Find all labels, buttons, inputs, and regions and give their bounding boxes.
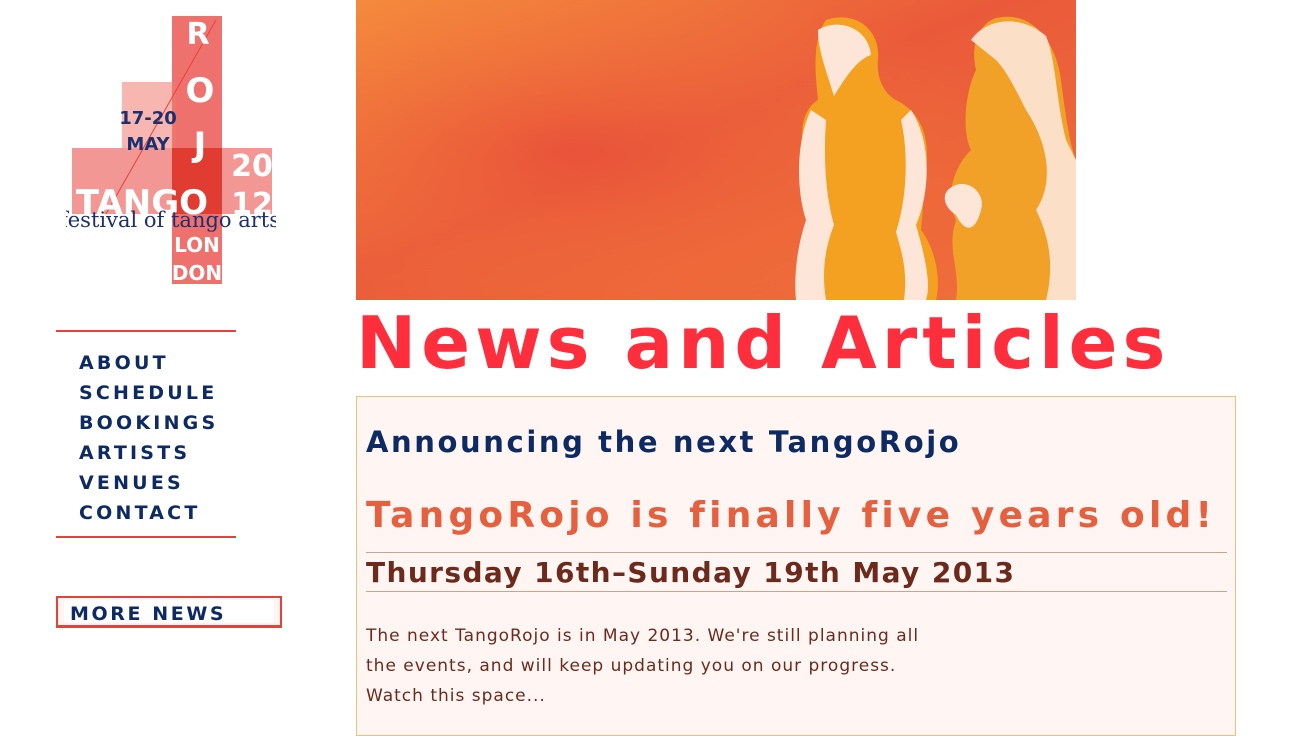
logo-dates: 17-20 xyxy=(119,108,177,129)
logo-tagline: festival of tango arts xyxy=(66,208,276,232)
logo-month: MAY xyxy=(126,134,170,155)
logo-letter-o: O xyxy=(186,71,215,111)
main-nav: ABOUT SCHEDULE BOOKINGS ARTISTS VENUES C… xyxy=(56,330,236,538)
logo-year-top: 20 xyxy=(231,149,273,184)
article-date-line: Thursday 16th–Sunday 19th May 2013 xyxy=(366,552,1227,592)
article-body: The next TangoRojo is in May 2013. We're… xyxy=(366,626,920,706)
news-article: Announcing the next TangoRojo TangoRojo … xyxy=(356,396,1236,736)
nav-artists[interactable]: ARTISTS xyxy=(79,438,236,468)
nav-bookings[interactable]: BOOKINGS xyxy=(79,408,236,438)
logo-city-bottom: DON xyxy=(172,261,222,285)
article-heading[interactable]: Announcing the next TangoRojo xyxy=(366,425,961,459)
banner-image xyxy=(356,0,1076,300)
page-title: News and Articles xyxy=(356,301,1171,385)
more-news-button[interactable]: MORE NEWS xyxy=(56,596,282,628)
more-news-label: MORE NEWS xyxy=(70,603,227,625)
logo-letter-j: J xyxy=(192,125,207,165)
logo-letter-r: R xyxy=(186,17,209,52)
nav-about[interactable]: ABOUT xyxy=(79,348,236,378)
festival-logo[interactable]: R O J 17-20 MAY 20 12 TANGO festival of … xyxy=(60,14,280,286)
article-date: Thursday 16th–Sunday 19th May 2013 xyxy=(366,556,1016,589)
nav-schedule[interactable]: SCHEDULE xyxy=(79,378,236,408)
nav-venues[interactable]: VENUES xyxy=(79,468,236,498)
nav-contact[interactable]: CONTACT xyxy=(79,498,236,528)
article-subheading: TangoRojo is finally five years old! xyxy=(366,495,1217,536)
logo-city-top: LON xyxy=(174,233,220,257)
